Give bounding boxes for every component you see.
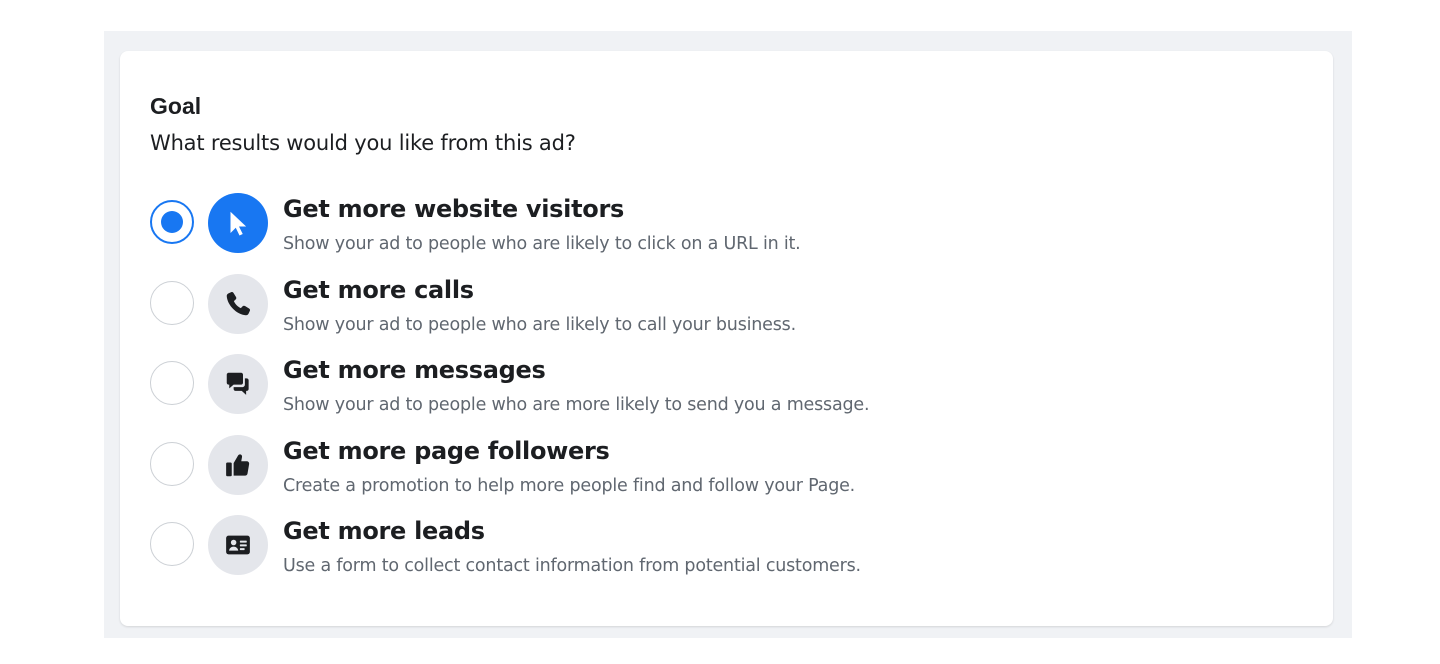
radio-page-followers[interactable] [150, 441, 194, 486]
contact-card-icon [208, 515, 268, 575]
option-title: Get more leads [283, 517, 485, 545]
chat-bubbles-icon [208, 354, 268, 414]
goal-title: Goal [150, 93, 202, 119]
phone-icon [208, 273, 268, 334]
goal-card: Goal What results would you like from th… [120, 51, 1333, 626]
option-title: Get more calls [283, 275, 474, 304]
option-description: Use a form to collect contact informatio… [283, 556, 861, 576]
option-messages[interactable]: Get more messages Show your ad to people… [150, 352, 1300, 433]
radio-calls[interactable] [150, 280, 194, 325]
option-description: Show your ad to people who are likely to… [283, 314, 796, 335]
option-description: Create a promotion to help more people f… [283, 475, 856, 496]
option-page-followers[interactable]: Get more page followers Create a promoti… [150, 433, 1300, 514]
radio-website-visitors[interactable] [150, 200, 194, 244]
cursor-icon [208, 193, 268, 253]
radio-messages[interactable] [150, 361, 194, 405]
option-website-visitors[interactable]: Get more website visitors Show your ad t… [150, 191, 1300, 272]
option-title: Get more messages [283, 356, 546, 384]
option-calls[interactable]: Get more calls Show your ad to people wh… [150, 272, 1300, 353]
option-title: Get more website visitors [283, 195, 624, 223]
goal-options: Get more website visitors Show your ad t… [150, 191, 1300, 594]
thumbs-up-icon [208, 434, 268, 495]
radio-selected-dot [161, 211, 183, 233]
option-description: Show your ad to people who are more like… [283, 395, 870, 415]
option-description: Show your ad to people who are likely to… [283, 234, 801, 254]
goal-subtitle: What results would you like from this ad… [150, 131, 576, 155]
option-leads[interactable]: Get more leads Use a form to collect con… [150, 513, 1300, 594]
radio-leads[interactable] [150, 522, 194, 566]
option-title: Get more page followers [283, 436, 610, 465]
